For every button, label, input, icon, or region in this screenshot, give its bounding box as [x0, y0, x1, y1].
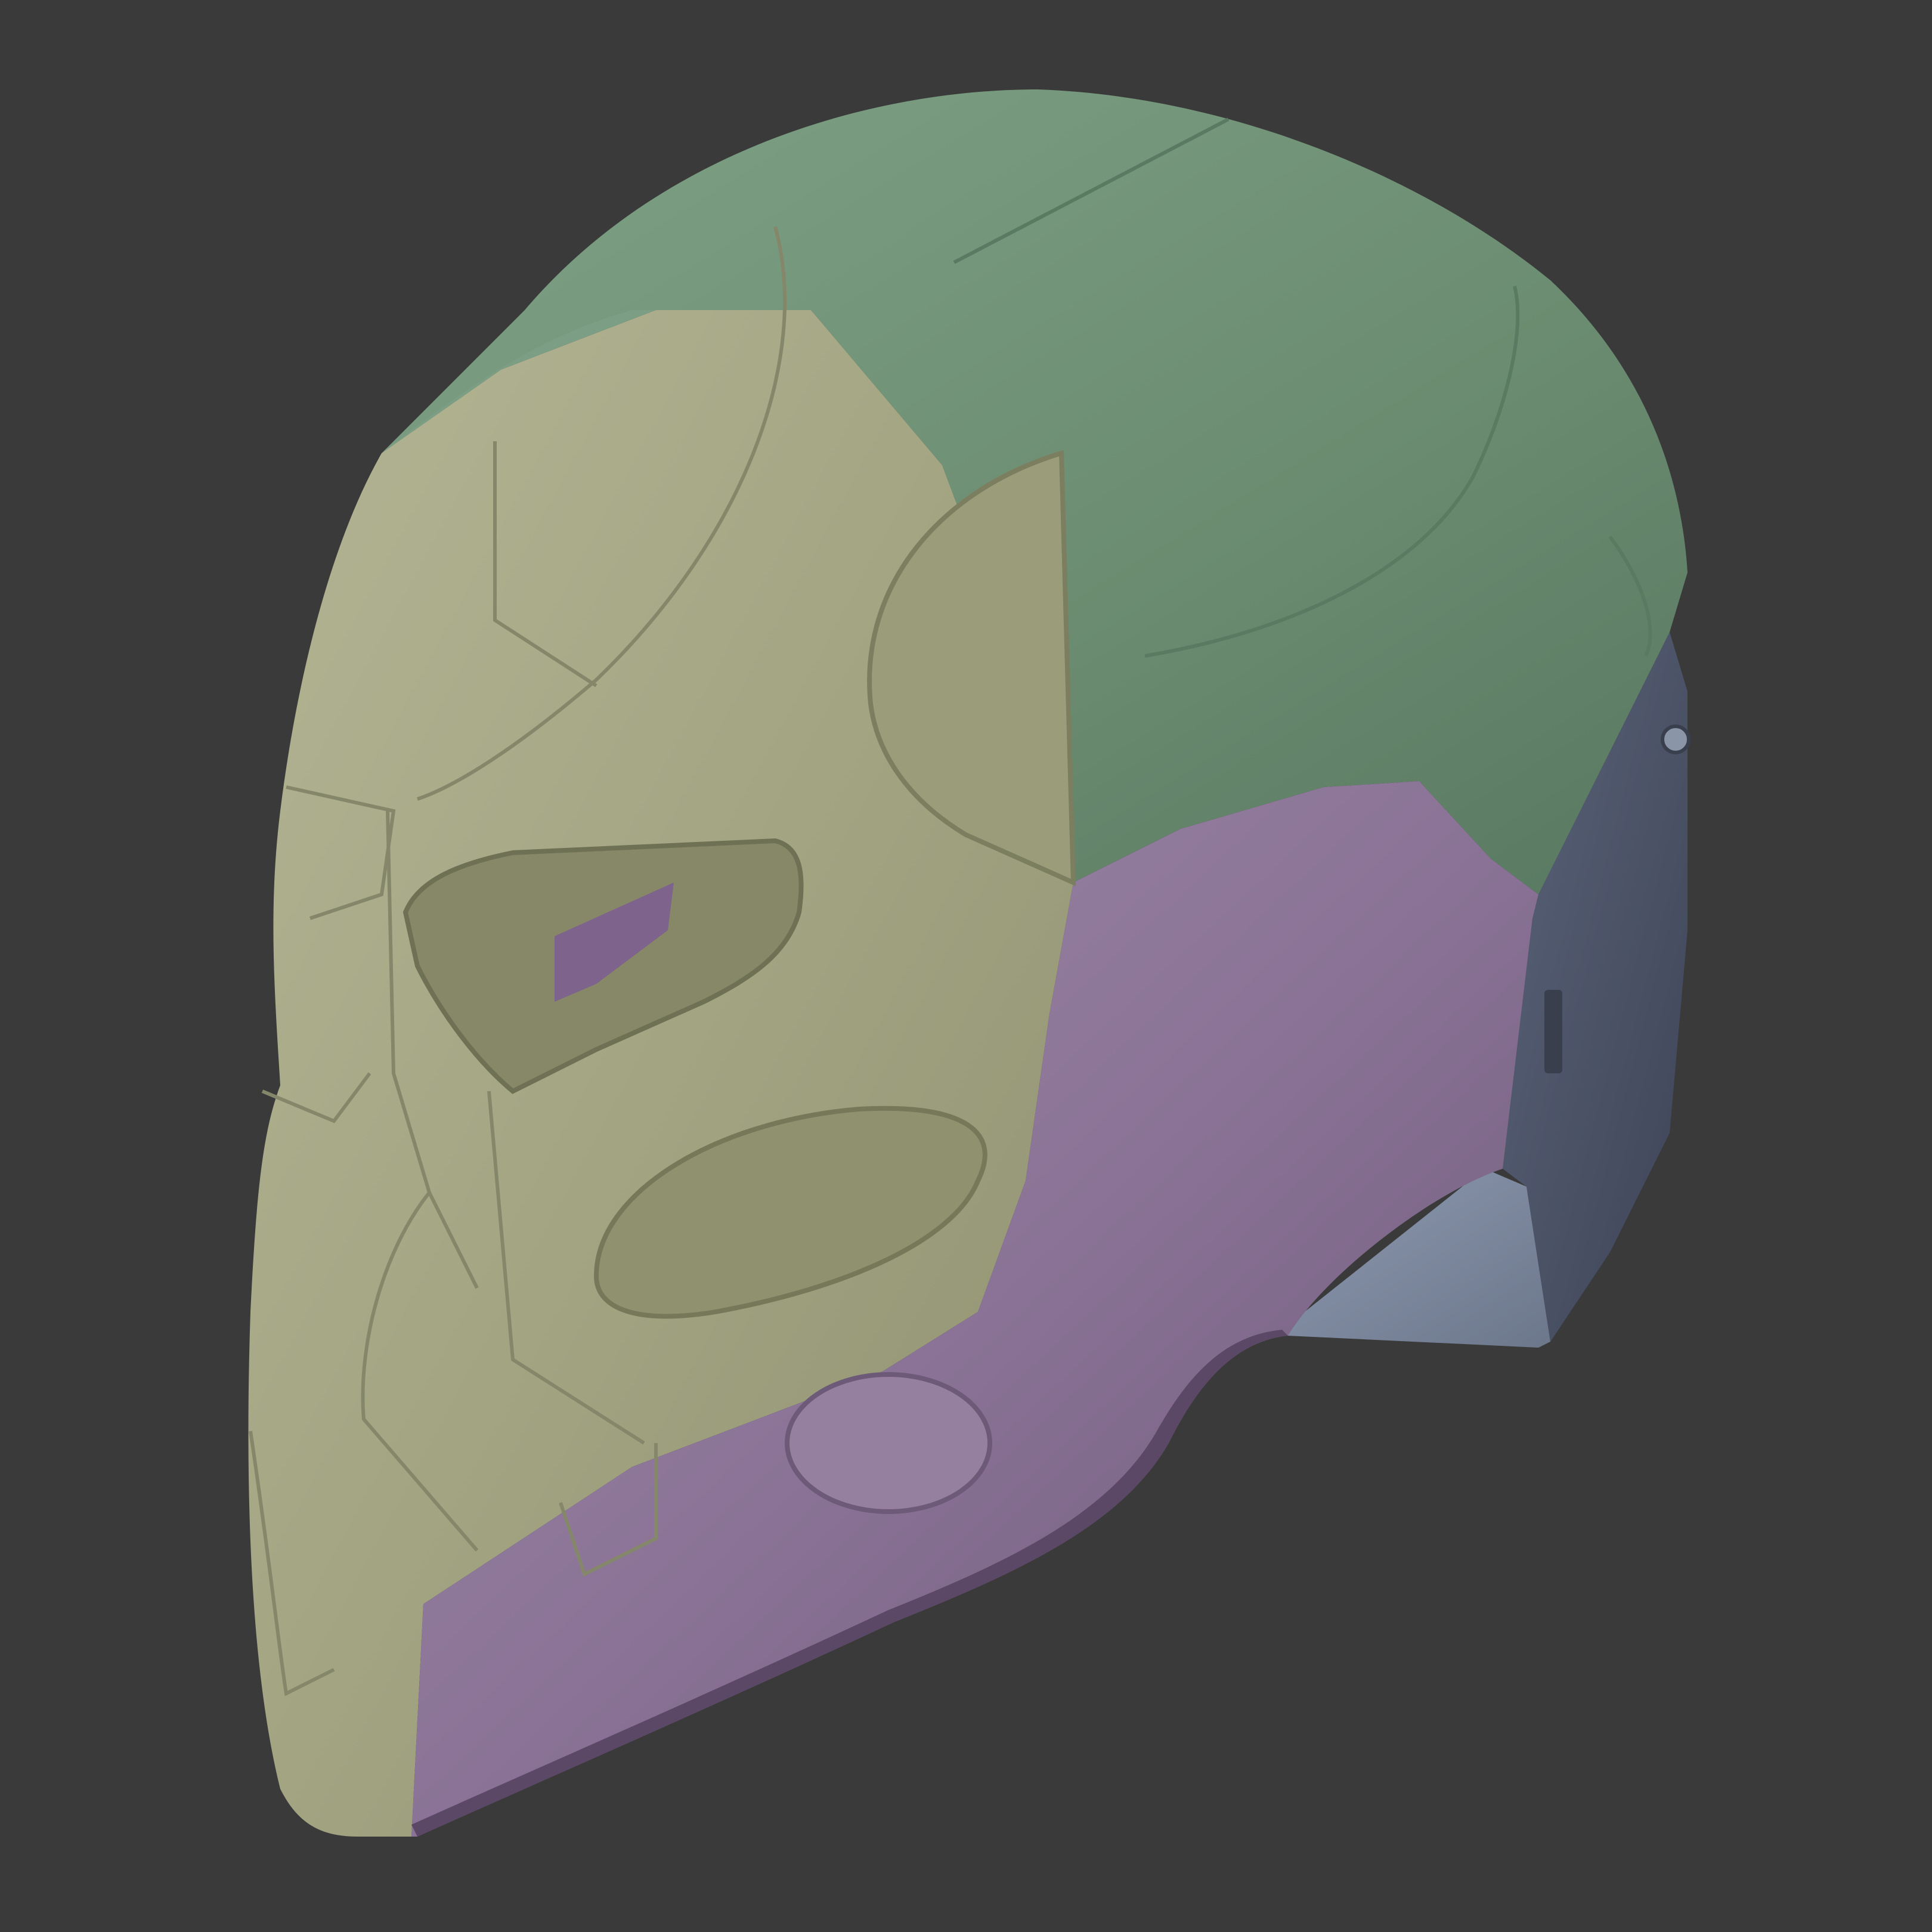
render-viewport — [0, 0, 1932, 1932]
helmet-rear-vent-slot — [1544, 990, 1562, 1073]
helmet-jaw-oval-panel — [785, 1372, 992, 1514]
helmet-rear-bolt-icon — [1661, 724, 1690, 754]
helmet-render — [248, 89, 1690, 1837]
